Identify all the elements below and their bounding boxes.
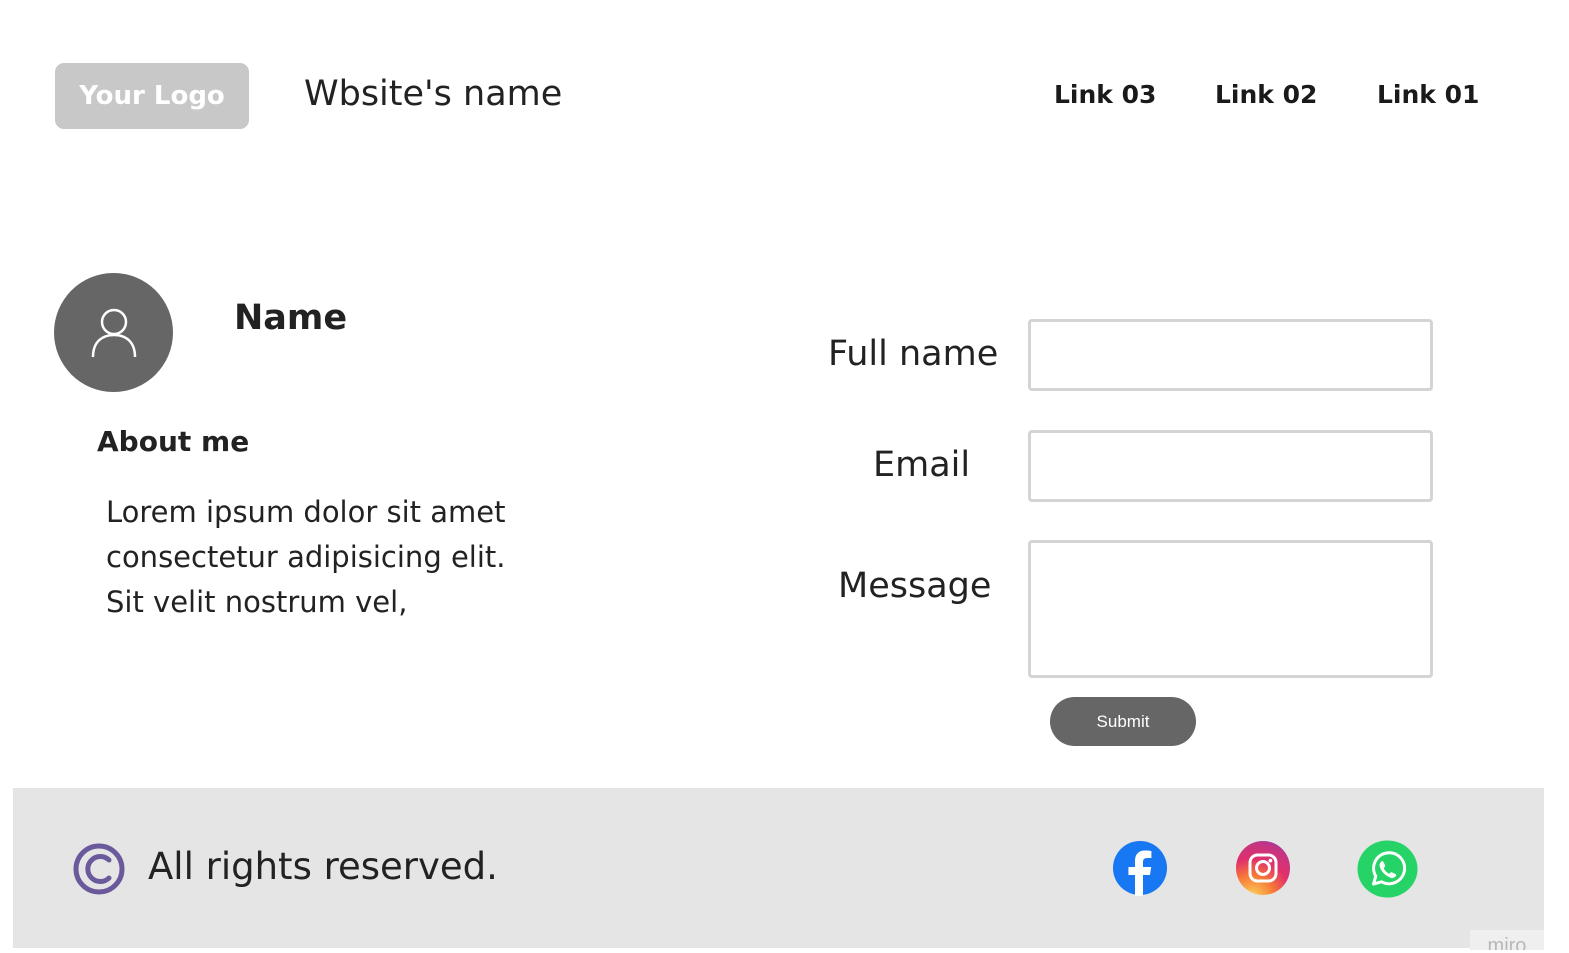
full-name-input[interactable] (1028, 319, 1433, 391)
page: Your Logo Wbsite's name Link 03 Link 02 … (0, 0, 1569, 953)
copyright-icon (73, 843, 125, 895)
email-label: Email (873, 445, 971, 485)
nav-link-03[interactable]: Link 03 (1054, 80, 1156, 109)
user-icon (91, 308, 136, 357)
instagram-icon[interactable] (1235, 840, 1291, 896)
facebook-icon[interactable] (1112, 840, 1168, 896)
full-name-label: Full name (828, 334, 999, 374)
submit-button[interactable]: Submit (1050, 697, 1196, 746)
about-line: Lorem ipsum dolor sit amet (106, 495, 506, 529)
about-line: Sit velit nostrum vel, (106, 585, 408, 619)
message-textarea[interactable] (1028, 540, 1433, 678)
nav-link-02[interactable]: Link 02 (1215, 80, 1317, 109)
rights-text: All rights reserved. (148, 845, 498, 888)
logo[interactable]: Your Logo (55, 63, 249, 129)
logo-text: Your Logo (79, 81, 225, 111)
watermark: miro (1470, 930, 1544, 950)
profile-name: Name (234, 298, 348, 338)
whatsapp-icon[interactable] (1357, 840, 1418, 898)
avatar (54, 273, 173, 392)
email-input[interactable] (1028, 430, 1433, 502)
about-line: consectetur adipisicing elit. (106, 540, 506, 574)
about-text: Lorem ipsum dolor sit amet consectetur a… (106, 490, 506, 625)
message-label: Message (838, 566, 992, 606)
nav-link-01[interactable]: Link 01 (1377, 80, 1479, 109)
site-name: Wbsite's name (304, 74, 563, 114)
about-heading: About me (97, 425, 250, 458)
